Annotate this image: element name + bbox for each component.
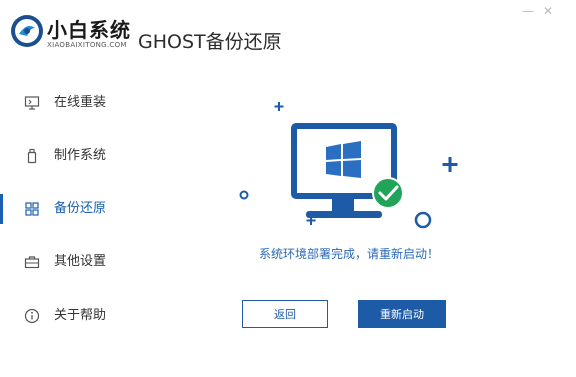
- sidebar: 在线重装 制作系统 备份还原 其他设置 关于帮助: [0, 75, 120, 377]
- illustration: [239, 102, 458, 229]
- active-indicator: [0, 194, 3, 224]
- ring-decoration: [239, 190, 249, 200]
- sidebar-item-about-help[interactable]: 关于帮助: [0, 301, 120, 331]
- sidebar-item-label: 制作系统: [54, 148, 107, 163]
- plus-icon: [442, 157, 458, 172]
- sidebar-item-other-settings[interactable]: 其他设置: [0, 247, 120, 277]
- main-panel: 系统环境部署完成，请重新启动！ 返回 重新启动: [120, 64, 576, 377]
- brand-url: XIAOBAIXITONG.COM: [47, 41, 127, 49]
- ring-decoration: [414, 211, 432, 229]
- sidebar-item-online-reinstall[interactable]: 在线重装: [0, 88, 120, 118]
- toolbox-icon: [24, 256, 40, 269]
- app-window: 小白系统 XIAOBAIXITONG.COM GHOST备份还原 — ✕ 在线重…: [0, 0, 576, 377]
- header: 小白系统 XIAOBAIXITONG.COM GHOST备份还原 — ✕: [0, 0, 576, 64]
- info-icon: [24, 308, 40, 324]
- usb-drive-icon: [27, 148, 37, 164]
- sidebar-item-label: 备份还原: [54, 201, 107, 216]
- monitor-icon: [24, 96, 40, 110]
- restart-button[interactable]: 重新启动: [358, 300, 446, 328]
- close-button[interactable]: ✕: [541, 5, 555, 17]
- sidebar-item-label: 其他设置: [54, 254, 107, 269]
- brand-name: 小白系统: [47, 18, 131, 42]
- sidebar-item-backup-restore[interactable]: 备份还原: [0, 194, 120, 224]
- sidebar-item-make-system[interactable]: 制作系统: [0, 141, 120, 171]
- page-title: GHOST备份还原: [138, 31, 282, 53]
- status-message: 系统环境部署完成，请重新启动！: [259, 247, 440, 261]
- sidebar-item-label: 在线重装: [54, 95, 107, 110]
- back-button[interactable]: 返回: [242, 300, 328, 328]
- minimize-button[interactable]: —: [521, 5, 535, 17]
- plus-icon: [274, 102, 284, 111]
- grid-backup-icon: [25, 202, 39, 216]
- sidebar-item-label: 关于帮助: [54, 308, 107, 323]
- check-icon: [372, 177, 404, 209]
- logo-icon: [11, 15, 43, 47]
